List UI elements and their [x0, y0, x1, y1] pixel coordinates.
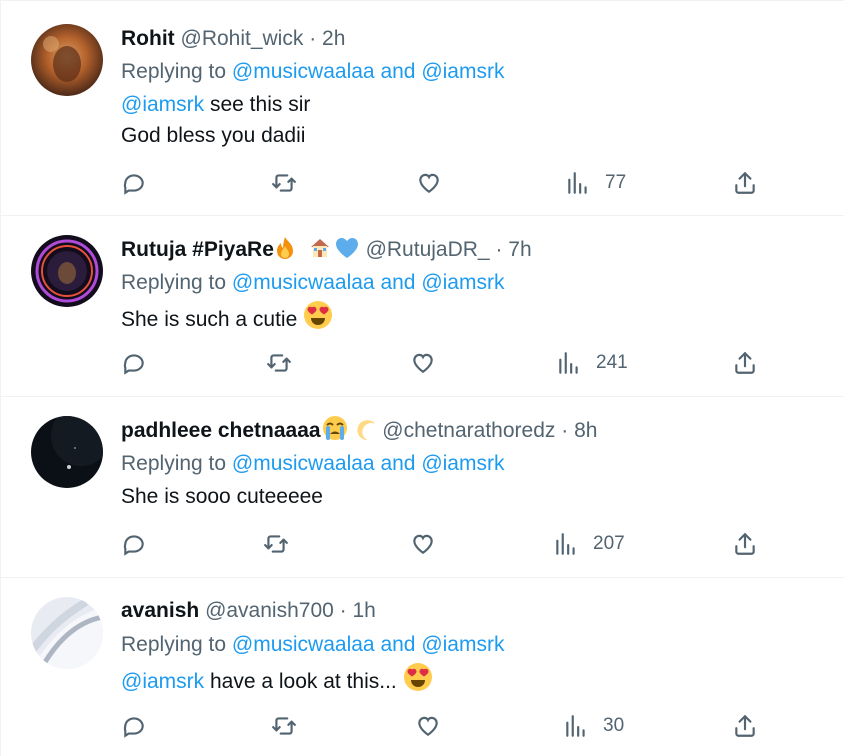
- views-count: 30: [603, 715, 625, 736]
- share-button[interactable]: [732, 529, 758, 559]
- separator-dot: ·: [339, 599, 347, 622]
- replying-to-links[interactable]: @musicwaalaa and @iamsrk: [232, 633, 505, 656]
- retweet-icon: [272, 717, 296, 735]
- separator-dot: ·: [561, 419, 569, 442]
- share-icon: [735, 533, 755, 555]
- reply-tweet[interactable]: avanish @avanish700 · 1h Replying to @mu…: [1, 578, 844, 756]
- views-count: 77: [605, 172, 627, 193]
- retweet-icon: [264, 535, 288, 553]
- like-icon: [418, 716, 438, 736]
- retweet-button[interactable]: [263, 529, 289, 559]
- views-icon: [559, 352, 578, 374]
- like-button[interactable]: [415, 711, 441, 741]
- replying-label: Replying to: [121, 633, 227, 656]
- mention-link[interactable]: @iamsrk: [121, 93, 204, 116]
- reply-tweet[interactable]: Rohit @Rohit_wick · 2h Replying to @musi…: [1, 0, 844, 216]
- reply-icon: [123, 717, 144, 738]
- like-icon: [413, 353, 433, 373]
- replying-label: Replying to: [121, 271, 227, 294]
- replying-to-links[interactable]: @musicwaalaa and @iamsrk: [232, 452, 505, 475]
- reply-icon: [123, 174, 144, 195]
- timestamp[interactable]: 7h: [508, 238, 531, 261]
- fire-emoji: [274, 236, 296, 270]
- retweet-button[interactable]: [271, 168, 297, 198]
- reply-button[interactable]: [121, 348, 147, 378]
- like-icon: [413, 534, 433, 554]
- share-icon: [735, 715, 755, 737]
- blue-heart-emoji: [334, 236, 360, 270]
- timestamp[interactable]: 8h: [574, 419, 597, 442]
- action-bar: 207: [121, 529, 801, 559]
- share-button[interactable]: [732, 168, 758, 198]
- reply-icon: [123, 354, 144, 375]
- reply-tweet[interactable]: padhleee chetnaaaa @chetnarathoredz · 8h…: [1, 397, 844, 578]
- heart-eyes-emoji: [403, 662, 433, 702]
- tweet-text: She is sooo cuteeeee: [121, 485, 323, 508]
- house-emoji: [308, 236, 332, 270]
- user-handle[interactable]: @chetnarathoredz: [382, 419, 555, 442]
- share-icon: [735, 352, 755, 374]
- views-icon: [568, 172, 587, 194]
- reply-button[interactable]: [121, 711, 147, 741]
- retweet-button[interactable]: [266, 348, 292, 378]
- views-button[interactable]: 207: [553, 529, 625, 559]
- avatar[interactable]: [31, 235, 103, 307]
- views-count: 207: [593, 533, 625, 554]
- reply-button[interactable]: [121, 168, 147, 198]
- user-handle[interactable]: @avanish700: [205, 599, 334, 622]
- like-button[interactable]: [416, 168, 442, 198]
- retweet-button[interactable]: [271, 711, 297, 741]
- crescent-moon-emoji: [354, 417, 376, 451]
- heart-eyes-emoji: [303, 300, 333, 340]
- timestamp[interactable]: 2h: [322, 27, 345, 50]
- replying-to-links[interactable]: @musicwaalaa and @iamsrk: [232, 60, 505, 83]
- replies-feed: Rohit @Rohit_wick · 2h Replying to @musi…: [0, 0, 844, 756]
- tweet-text: She is such a cutie: [121, 308, 298, 331]
- avatar[interactable]: [31, 597, 103, 669]
- views-icon: [566, 715, 585, 737]
- tweet-text: have a look at this...: [204, 670, 397, 693]
- display-name[interactable]: avanish: [121, 599, 199, 622]
- share-button[interactable]: [732, 348, 758, 378]
- retweet-icon: [267, 354, 291, 372]
- views-count: 241: [596, 352, 628, 373]
- user-handle[interactable]: @Rohit_wick: [181, 27, 304, 50]
- reply-button[interactable]: [121, 529, 147, 559]
- timestamp[interactable]: 1h: [353, 599, 376, 622]
- share-icon: [735, 172, 755, 194]
- share-button[interactable]: [732, 711, 758, 741]
- separator-dot: ·: [495, 238, 503, 261]
- like-button[interactable]: [410, 529, 436, 559]
- reply-tweet[interactable]: Rutuja #PiyaRe @RutujaDR_ · 7h Replying …: [1, 216, 844, 397]
- views-button[interactable]: 241: [556, 348, 628, 378]
- replying-label: Replying to: [121, 60, 227, 83]
- tweet-text: see this sir: [204, 93, 311, 116]
- user-handle[interactable]: @RutujaDR_: [366, 238, 490, 261]
- action-bar: 77: [121, 168, 801, 198]
- action-bar: 30: [121, 711, 801, 741]
- views-button[interactable]: 30: [563, 711, 624, 741]
- action-bar: 241: [121, 348, 801, 378]
- display-name[interactable]: Rohit: [121, 27, 175, 50]
- avatar[interactable]: [31, 24, 103, 96]
- replying-to-links[interactable]: @musicwaalaa and @iamsrk: [232, 271, 505, 294]
- display-name[interactable]: padhleee chetnaaaa: [121, 419, 321, 442]
- like-icon: [419, 173, 439, 193]
- like-button[interactable]: [410, 348, 436, 378]
- views-icon: [556, 533, 575, 555]
- mention-link[interactable]: @iamsrk: [121, 670, 204, 693]
- views-button[interactable]: 77: [565, 168, 626, 198]
- avatar[interactable]: [31, 416, 103, 488]
- display-name[interactable]: Rutuja #PiyaRe: [121, 238, 274, 261]
- crying-emoji: [321, 415, 349, 451]
- retweet-icon: [272, 174, 296, 192]
- reply-icon: [123, 535, 144, 556]
- separator-dot: ·: [309, 27, 317, 50]
- replying-label: Replying to: [121, 452, 227, 475]
- tweet-text: God bless you dadii: [121, 124, 306, 147]
